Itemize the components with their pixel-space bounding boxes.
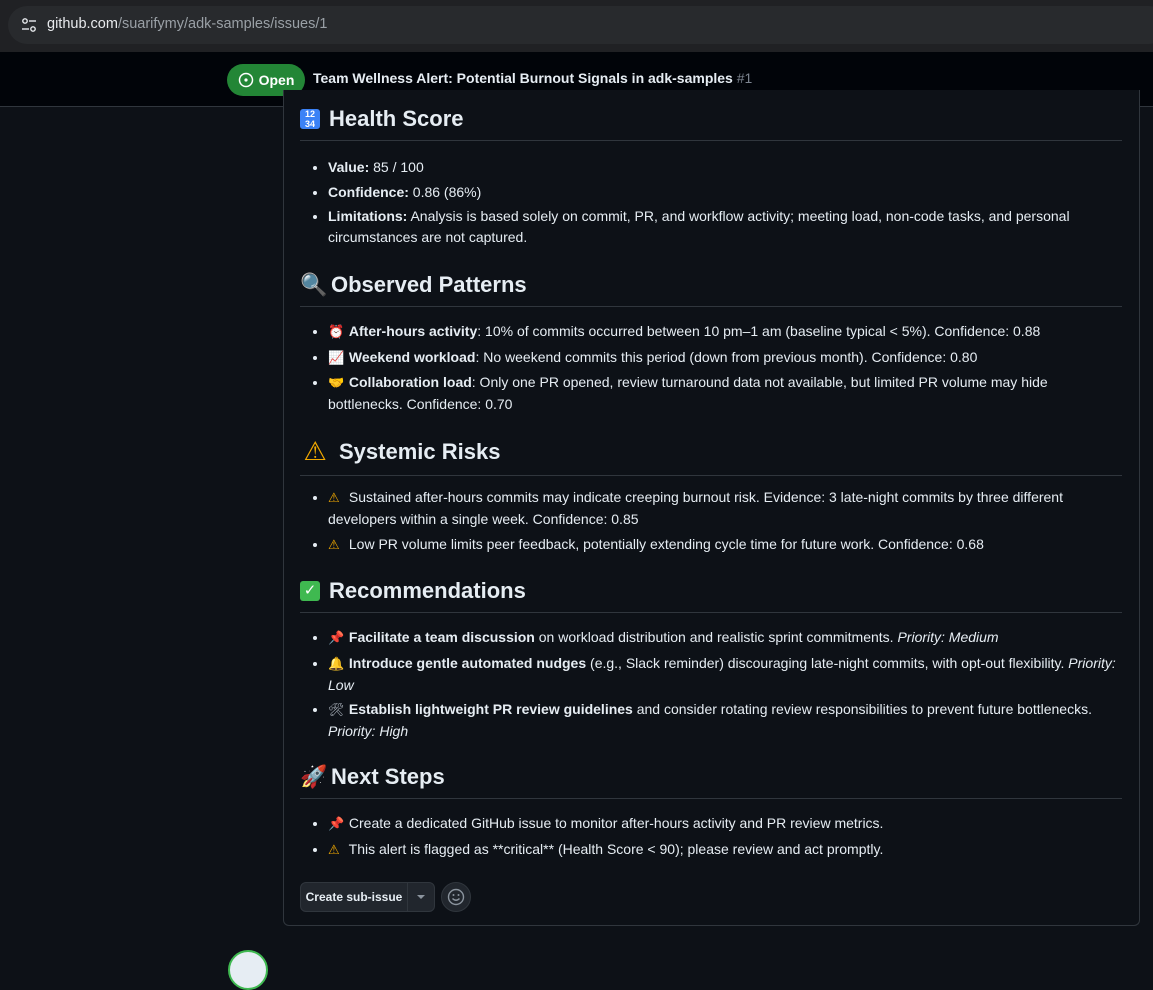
list-item: 📌 Create a dedicated GitHub issue to mon… (328, 813, 1122, 835)
url-path: /suarifymy/adk-samples/issues/1 (117, 16, 328, 32)
check-mark-icon: ✓ (300, 581, 320, 601)
rocket-icon: 🚀 (300, 764, 328, 790)
item-text: This alert is flagged as **critical** (H… (348, 840, 884, 857)
item-priority: Priority: High (328, 723, 409, 739)
list-item: 📌 Facilitate a team discussion on worklo… (328, 627, 1122, 649)
issue-title-text: Team Wellness Alert: Potential Burnout S… (313, 70, 733, 86)
item-text: Create a dedicated GitHub issue to monit… (348, 815, 884, 831)
item-label: Facilitate a team discussion (348, 629, 535, 645)
warning-icon: ⚠ (328, 491, 340, 506)
item-label: Establish lightweight PR review guidelin… (348, 701, 633, 717)
heading-text: Observed Patterns (331, 272, 527, 297)
systemic-risks-heading: ⚠ Systemic Risks (300, 437, 1122, 476)
item-label: Weekend workload (348, 348, 476, 365)
issue-title: Team Wellness Alert: Potential Burnout S… (313, 70, 752, 86)
address-bar[interactable]: github.com/suarifymy/adk-samples/issues/… (8, 6, 1153, 44)
warning-icon: ⚠ (328, 537, 340, 553)
item-label: After-hours activity (348, 323, 478, 339)
magnifier-icon: 🔍 (300, 272, 328, 298)
heading-text: Health Score (329, 106, 464, 131)
item-text: : 10% of commits occurred between 10 pm–… (477, 323, 1041, 339)
issue-state-label: Open (258, 72, 295, 88)
systemic-risks-list: ⚠ Sustained after-hours commits may indi… (300, 487, 1122, 559)
add-reaction-button[interactable] (441, 882, 471, 912)
recommendations-heading: ✓ Recommendations (300, 578, 1122, 613)
url-host: github.com (47, 16, 118, 32)
url-text[interactable]: github.com/suarifymy/adk-samples/issues/… (47, 16, 327, 32)
next-steps-list: 📌 Create a dedicated GitHub issue to mon… (300, 813, 1122, 864)
item-text: 0.86 (86%) (408, 183, 482, 200)
list-item: ⚠ Sustained after-hours commits may indi… (328, 487, 1122, 530)
item-text: Analysis is based solely on commit, PR, … (328, 208, 1070, 245)
numbers-icon: 12 34 (300, 109, 320, 129)
browser-toolbar: github.com/suarifymy/adk-samples/issues/… (0, 0, 1153, 52)
heading-text: Recommendations (329, 578, 526, 603)
list-item: 📈 Weekend workload: No weekend commits t… (328, 347, 1122, 369)
health-score-list: Value: 85 / 100 Confidence: 0.86 (86%) L… (300, 157, 1122, 252)
create-sub-issue-button-group: Create sub-issue (300, 882, 435, 912)
pushpin-icon: 📌 (328, 817, 345, 832)
next-steps-heading: 🚀 Next Steps (300, 764, 1122, 799)
heading-text: Next Steps (331, 764, 445, 789)
pushpin-icon: 📌 (328, 631, 345, 646)
bell-icon: 🔔 (328, 656, 345, 672)
handshake-icon: 🤝 (328, 376, 345, 391)
alarm-clock-icon: ⏰ (328, 325, 345, 340)
list-item: Confidence: 0.86 (86%) (328, 182, 1122, 203)
list-item: ⚠ Low PR volume limits peer feedback, po… (328, 534, 1122, 556)
list-item: ⚠ This alert is flagged as **critical** … (328, 839, 1122, 861)
item-priority: Priority: Medium (897, 629, 999, 645)
list-item: Limitations: Analysis is based solely on… (328, 206, 1122, 248)
item-text: (e.g., Slack reminder) discouraging late… (586, 654, 1069, 671)
health-score-heading: 12 34 Health Score (300, 106, 1122, 141)
item-label: Introduce gentle automated nudges (348, 654, 587, 671)
create-sub-issue-button[interactable]: Create sub-issue (301, 883, 408, 911)
issue-opened-icon (238, 72, 253, 88)
item-text: Low PR volume limits peer feedback, pote… (348, 535, 984, 552)
item-text: Sustained after-hours commits may indica… (328, 489, 1063, 527)
issue-number: #1 (736, 70, 753, 86)
item-label: Value: (328, 159, 370, 175)
list-item: Value: 85 / 100 (328, 157, 1122, 178)
avatar (228, 950, 268, 990)
create-sub-issue-dropdown[interactable] (408, 883, 434, 911)
list-item: ⏰ After-hours activity: 10% of commits o… (328, 321, 1122, 343)
item-label: Confidence: (328, 183, 409, 200)
observed-patterns-list: ⏰ After-hours activity: 10% of commits o… (300, 321, 1122, 419)
chart-increasing-icon: 📈 (328, 350, 345, 366)
item-text: and consider rotating review responsibil… (632, 701, 1092, 717)
triangle-down-icon (417, 895, 425, 899)
list-item: 🔔 Introduce gentle automated nudges (e.g… (328, 653, 1122, 696)
site-info-icon[interactable] (20, 16, 38, 34)
smiley-icon (447, 888, 465, 906)
item-label: Collaboration load (348, 374, 472, 390)
item-text: : No weekend commits this period (down f… (475, 348, 978, 365)
hammer-and-wrench-icon: 🛠 (328, 703, 345, 718)
item-text: on workload distribution and realistic s… (534, 629, 898, 645)
item-text: 85 / 100 (369, 159, 424, 175)
observed-patterns-heading: 🔍 Observed Patterns (300, 272, 1122, 307)
recommendations-list: 📌 Facilitate a team discussion on worklo… (300, 627, 1122, 746)
heading-text: Systemic Risks (339, 439, 501, 464)
list-item: 🛠 Establish lightweight PR review guidel… (328, 699, 1122, 742)
warning-icon: ⚠ (328, 842, 340, 858)
list-item: 🤝 Collaboration load: Only one PR opened… (328, 372, 1122, 415)
warning-icon: ⚠ (303, 437, 327, 467)
item-label: Limitations: (328, 208, 408, 224)
